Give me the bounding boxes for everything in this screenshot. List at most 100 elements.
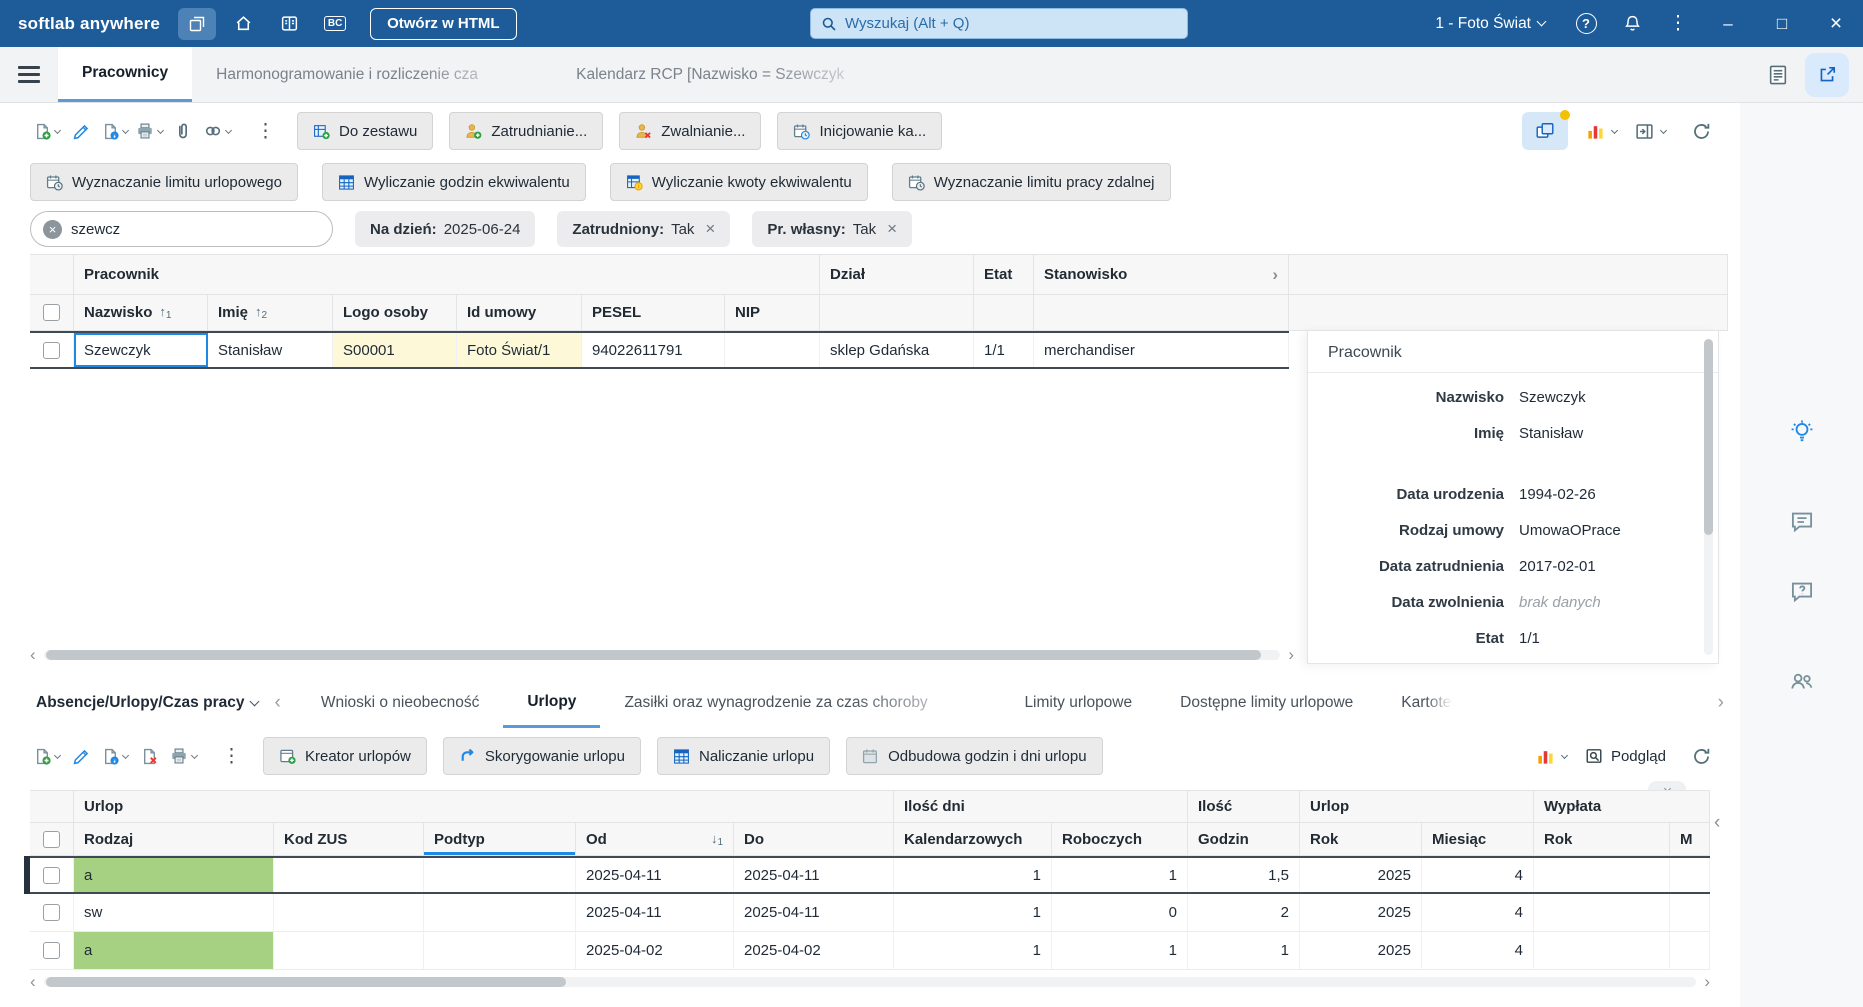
column-rok[interactable]: Rok [1300,823,1422,856]
select-all-checkbox[interactable] [43,830,60,848]
row-checkbox[interactable] [43,904,60,921]
wyliczanie-godzin-ekwiwalentu-button[interactable]: Wyliczanie godzin ekwiwalentu [321,163,586,201]
bc-module-button[interactable]: BC [316,8,354,40]
wyznaczanie-limitu-urlopowego-button[interactable]: Wyznaczanie limitu urlopowego [30,163,298,201]
merge-button[interactable] [200,112,234,150]
filter-chip-zatrudniony[interactable]: Zatrudniony: Tak × [557,211,731,247]
more-actions-button[interactable]: ⋮ [246,120,285,143]
tab-dostepne-limity[interactable]: Dostępne limity urlopowe [1156,678,1377,728]
close-button[interactable]: × [1809,0,1863,47]
detail-vscrollbar[interactable] [1704,339,1713,655]
open-in-html-button[interactable]: Otwórz w HTML [370,7,517,40]
global-search[interactable] [810,8,1188,39]
column-etat[interactable]: Etat [974,255,1034,295]
column-stanowisko[interactable]: Stanowisko › [1034,255,1289,295]
more-menu-button[interactable]: ⋮ [1659,8,1697,40]
wyliczanie-kwoty-ekwiwalentu-button[interactable]: Wyliczanie kwoty ekwiwalentu [609,163,868,201]
column-id-umowy[interactable]: Id umowy [457,295,582,331]
tab-limity-urlopowe[interactable]: Limity urlopowe [1000,678,1156,728]
podglad-button[interactable]: Podgląd [1585,747,1666,765]
expand-columns-icon[interactable]: › [1272,265,1278,285]
delete-leave-button[interactable] [132,737,166,775]
column-kalendarzowych[interactable]: Kalendarzowych [894,823,1052,856]
remove-filter-icon[interactable]: × [887,219,897,239]
employee-search-input[interactable] [71,220,320,238]
skorygowanie-urlopu-button[interactable]: Skorygowanie urlopu [442,737,641,775]
kreator-urlopow-button[interactable]: Kreator urlopów [263,737,427,775]
layout-view-button[interactable] [1635,122,1668,141]
leaves-hscrollbar[interactable]: ‹ › [30,973,1710,990]
scroll-right-icon[interactable]: › [1704,973,1710,990]
remove-filter-icon[interactable]: × [705,219,715,239]
edit-leave-button[interactable] [64,737,98,775]
news-button[interactable] [270,8,308,40]
employee-search[interactable]: × [30,211,333,247]
tab-harmonogramowanie[interactable]: Harmonogramowanie i rozliczenie cza [192,47,552,102]
column-imie[interactable]: Imię ↑ 2 [208,295,333,331]
company-selector[interactable]: 1 - Foto Świat [1435,15,1547,33]
scroll-right-icon[interactable]: › [1288,646,1294,663]
section-selector[interactable]: Absencje/Urlopy/Czas pracy [36,678,260,728]
clear-search-icon[interactable]: × [43,219,62,239]
column-nazwisko[interactable]: Nazwisko ↑ 1 [74,295,208,331]
select-all-checkbox[interactable] [43,304,60,321]
zwalnianie-button[interactable]: Zwalnianie... [619,112,762,150]
leave-row[interactable]: a 2025-04-11 2025-04-11 1 1 1,5 2025 4 [24,856,1710,894]
row-checkbox[interactable] [43,942,60,959]
attachments-button[interactable] [166,112,200,150]
columns-scroll-left-icon[interactable]: ‹ [1714,812,1720,834]
chart-view-button[interactable] [1586,122,1619,141]
leave-info-button[interactable] [98,737,132,775]
cell-nazwisko[interactable]: Szewczyk [74,333,208,367]
leave-row[interactable]: sw 2025-04-11 2025-04-11 1 0 2 2025 4 [30,894,1710,932]
tab-zasilki[interactable]: Zasiłki oraz wynagrodzenie za czas choro… [600,678,1000,728]
feedback-button[interactable] [1780,500,1824,544]
inicjowanie-button[interactable]: Inicjowanie ka... [777,112,943,150]
tab-pracownicy[interactable]: Pracownicy [58,47,193,102]
column-logo-osoby[interactable]: Logo osoby [333,295,457,331]
do-zestawu-button[interactable]: Do zestawu [297,112,434,150]
tab-kalendarz-rcp[interactable]: Kalendarz RCP [Nazwisko = Szewczyk [552,47,897,102]
column-pesel[interactable]: PESEL [582,295,725,331]
tab-kartoteki[interactable]: Kartotek [1377,678,1455,728]
more-leave-actions-button[interactable]: ⋮ [212,745,251,768]
window-switch-button[interactable] [178,7,217,40]
assistant-button[interactable] [1780,410,1824,454]
column-roboczych[interactable]: Roboczych [1052,823,1188,856]
tab-wnioski[interactable]: Wnioski o nieobecność [297,678,504,728]
card-view-button[interactable] [1522,110,1570,150]
global-search-input[interactable] [845,15,1177,32]
print-leaves-button[interactable] [166,737,200,775]
edit-record-button[interactable] [64,112,98,150]
naliczanie-urlopu-button[interactable]: Naliczanie urlopu [656,737,831,775]
scrollbar-thumb[interactable] [45,977,566,987]
minimize-button[interactable]: – [1701,0,1755,47]
support-contacts-button[interactable] [1780,660,1824,704]
wyznaczanie-limitu-pracy-zdalnej-button[interactable]: Wyznaczanie limitu pracy zdalnej [891,163,1171,201]
record-info-button[interactable] [98,112,132,150]
maximize-button[interactable]: □ [1755,0,1809,47]
row-checkbox[interactable] [43,341,60,359]
filter-chip-na-dzien[interactable]: Na dzień: 2025-06-24 [355,211,536,247]
new-leave-button[interactable] [30,737,64,775]
share-button[interactable] [1805,52,1849,97]
odbudowa-godzin-button[interactable]: Odbudowa godzin i dni urlopu [846,737,1103,775]
column-od[interactable]: Od ↓ 1 [576,823,734,856]
column-podtyp[interactable]: Podtyp [424,823,576,856]
column-m[interactable]: M [1670,823,1710,856]
help-button[interactable]: ? [1567,8,1605,40]
scroll-left-icon[interactable]: ‹ [30,973,36,990]
tabs-scroll-right[interactable]: › [1702,678,1740,728]
zatrudnianie-button[interactable]: Zatrudnianie... [449,112,604,150]
refresh-button[interactable] [1684,112,1718,150]
column-godzin[interactable]: Godzin [1188,823,1300,856]
column-do[interactable]: Do [734,823,894,856]
scroll-left-icon[interactable]: ‹ [30,646,36,663]
employees-hscrollbar[interactable]: ‹ › [30,646,1294,663]
column-kod-zus[interactable]: Kod ZUS [274,823,424,856]
print-button[interactable] [132,112,166,150]
tab-urlopy[interactable]: Urlopy [503,678,601,728]
column-nip[interactable]: NIP [725,295,820,331]
column-miesiac[interactable]: Miesiąc [1422,823,1534,856]
main-menu-button[interactable] [0,47,58,102]
